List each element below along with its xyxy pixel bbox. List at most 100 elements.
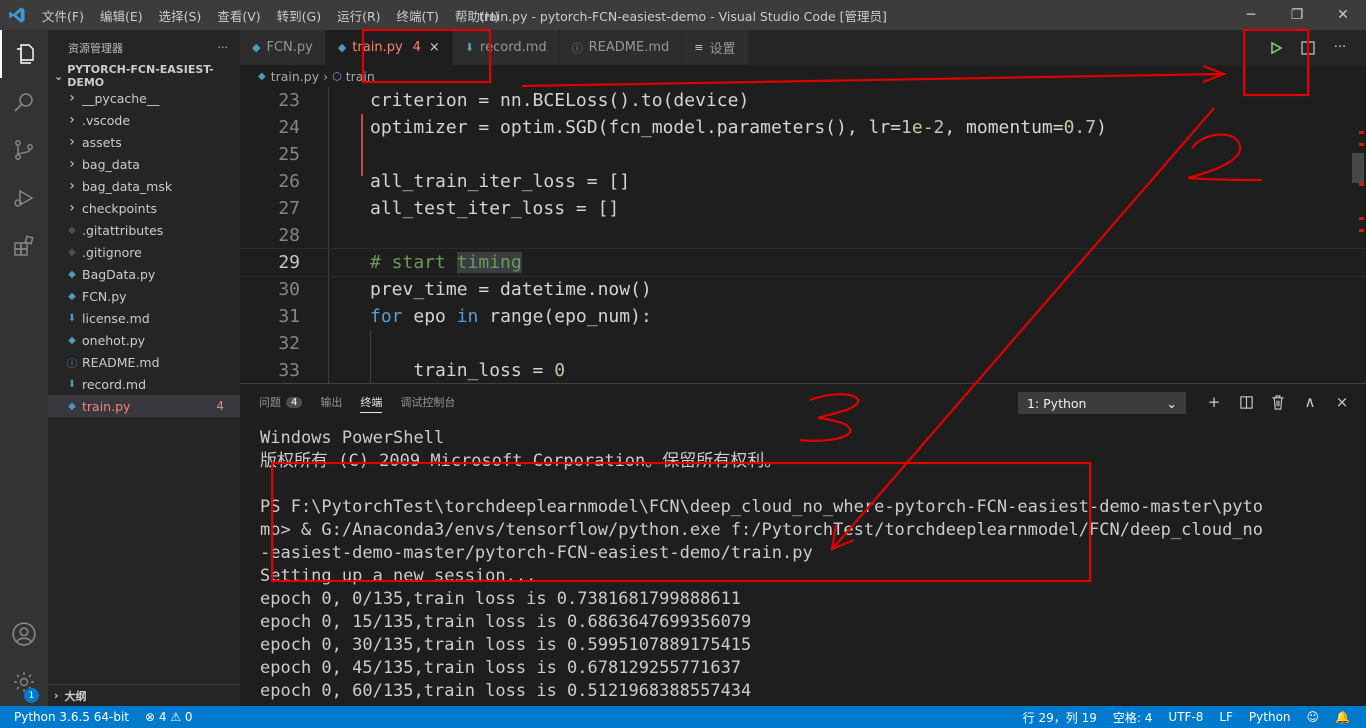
search-icon[interactable] <box>0 78 48 126</box>
manage-gear-icon[interactable]: 1 <box>0 658 48 706</box>
overview-mark <box>1359 183 1364 186</box>
python-interpreter[interactable]: Python 3.6.5 64-bit <box>14 710 129 724</box>
file-tree-item[interactable]: ⓘ README.md <box>48 351 240 373</box>
code-line[interactable]: 32 <box>240 330 1366 357</box>
maximize-panel-button[interactable]: ∧ <box>1294 384 1326 420</box>
file-tree-item[interactable]: ◆ .gitattributes <box>48 219 240 241</box>
new-terminal-button[interactable]: + <box>1198 384 1230 420</box>
panel-tab[interactable]: 调试控制台 <box>400 384 455 420</box>
menu-item[interactable]: 文件(F) <box>34 6 92 25</box>
close-panel-button[interactable]: × <box>1326 384 1358 420</box>
menu-item[interactable]: 帮助(H) <box>447 6 507 25</box>
end-of-line[interactable]: LF <box>1219 710 1233 724</box>
code-line[interactable]: 33 train_loss = 0 <box>240 357 1366 383</box>
editor-tab[interactable]: ⓘ README.md <box>559 30 683 65</box>
explorer-icon[interactable] <box>0 30 48 78</box>
run-debug-icon[interactable] <box>0 174 48 222</box>
accounts-icon[interactable] <box>0 610 48 658</box>
terminal-output[interactable]: Windows PowerShell 版权所有 (C) 2009 Microsof… <box>260 427 1360 703</box>
cursor-position[interactable]: 行 29，列 19 <box>1023 709 1097 726</box>
file-tree-item[interactable]: ◆ train.py 4 <box>48 395 240 417</box>
chevron-right-icon: › <box>69 134 75 150</box>
file-tree-item[interactable]: › assets <box>48 131 240 153</box>
close-window-button[interactable]: ✕ <box>1320 0 1366 30</box>
file-tree-item[interactable]: › .vscode <box>48 109 240 131</box>
menu-item[interactable]: 选择(S) <box>151 6 210 25</box>
encoding[interactable]: UTF-8 <box>1168 710 1203 724</box>
file-tree-label: train.py <box>82 398 131 414</box>
file-tree-item[interactable]: › checkpoints <box>48 197 240 219</box>
breadcrumb-symbol[interactable]: train <box>346 69 375 84</box>
editor-tab[interactable]: ≡ 设置 <box>682 30 749 65</box>
terminal-select[interactable]: 1: Python ⌄ <box>1018 392 1186 414</box>
code-line[interactable]: 31 for epo in range(epo_num): <box>240 303 1366 330</box>
menu-item[interactable]: 编辑(E) <box>92 6 151 25</box>
project-folder[interactable]: ⌄ PYTORCH-FCN-EASIEST-DEMO <box>48 63 240 89</box>
kill-terminal-button[interactable] <box>1262 384 1294 420</box>
problems-count[interactable]: ⊗ 4 ⚠ 0 <box>145 710 193 724</box>
language-mode[interactable]: Python <box>1249 710 1291 724</box>
panel-tab[interactable]: 问题 4 <box>259 384 303 420</box>
panel-tab[interactable]: 终端 <box>360 391 383 413</box>
file-tree-item[interactable]: ◆ onehot.py <box>48 329 240 351</box>
outline-section[interactable]: › 大纲 <box>48 684 240 706</box>
code-line[interactable]: 26 all_train_iter_loss = [] <box>240 168 1366 195</box>
file-tree-label: FCN.py <box>82 288 127 304</box>
split-terminal-button[interactable] <box>1230 384 1262 420</box>
menu-item[interactable]: 运行(R) <box>329 6 388 25</box>
minimize-button[interactable]: ─ <box>1228 0 1274 30</box>
file-tree-item[interactable]: › __pycache__ <box>48 87 240 109</box>
menu-item[interactable]: 终端(T) <box>389 6 447 25</box>
activity-bar: 1 <box>0 30 48 706</box>
scrollbar-thumb[interactable] <box>1352 153 1364 183</box>
chevron-down-icon: ⌄ <box>1166 395 1177 411</box>
file-tree-item[interactable]: ⬇ record.md <box>48 373 240 395</box>
file-tree-item[interactable]: ◆ BagData.py <box>48 263 240 285</box>
breadcrumb-file[interactable]: train.py <box>271 69 319 84</box>
menu-item[interactable]: 转到(G) <box>269 6 329 25</box>
python-file-icon: ◆ <box>252 41 261 54</box>
code-line[interactable]: 24 optimizer = optim.SGD(fcn_model.parame… <box>240 114 1366 141</box>
split-editor-button[interactable] <box>1292 30 1324 65</box>
chevron-right-icon: › <box>54 689 59 702</box>
code-line[interactable]: 29 # start timing <box>240 248 1366 277</box>
code-line[interactable]: 23 criterion = nn.BCELoss().to(device) <box>240 87 1366 114</box>
code-text: optimizer = optim.SGD(fcn_model.paramete… <box>370 117 1107 138</box>
extensions-icon[interactable] <box>0 222 48 270</box>
breadcrumb: ◆ train.py › ⬡ train <box>240 65 1366 87</box>
more-actions-button[interactable]: ··· <box>1324 30 1356 65</box>
file-tree-item[interactable]: › bag_data_msk <box>48 175 240 197</box>
editor-tab[interactable]: ◆ train.py 4 × <box>325 30 453 65</box>
notifications-bell-icon[interactable]: 🔔 <box>1335 710 1350 724</box>
panel-tab[interactable]: 输出 <box>320 384 342 420</box>
code-line[interactable]: 27 all_test_iter_loss = [] <box>240 195 1366 222</box>
menu-item[interactable]: 查看(V) <box>209 6 268 25</box>
code-line[interactable]: 28 <box>240 222 1366 249</box>
file-tree-label: checkpoints <box>82 200 157 216</box>
source-control-icon[interactable] <box>0 126 48 174</box>
code-editor[interactable]: 23 criterion = nn.BCELoss().to(device) 24 o… <box>240 87 1366 383</box>
method-icon: ⬡ <box>332 69 342 83</box>
terminal-line: 版权所有 (C) 2009 Microsoft Corporation。保留所有… <box>260 451 782 471</box>
terminal-line: -easiest-demo-master/pytorch-FCN-easiest… <box>260 543 813 563</box>
feedback-icon[interactable]: ☺ <box>1307 710 1320 724</box>
close-tab-icon[interactable]: × <box>429 40 440 55</box>
file-tree-label: .gitattributes <box>82 222 164 238</box>
file-tree-item[interactable]: ⬇ license.md <box>48 307 240 329</box>
editor-tab[interactable]: ◆ FCN.py <box>240 30 326 65</box>
chevron-right-icon: › <box>69 156 75 172</box>
editor-tab[interactable]: ⬇ record.md <box>452 30 560 65</box>
file-tree-item[interactable]: ◆ FCN.py <box>48 285 240 307</box>
run-python-file-button[interactable] <box>1260 30 1292 65</box>
git-file-icon: ◆ <box>68 224 76 236</box>
explorer-more-button[interactable]: ··· <box>218 41 229 54</box>
restore-button[interactable]: ❐ <box>1274 0 1320 30</box>
file-tree-item[interactable]: › bag_data <box>48 153 240 175</box>
file-tree-item[interactable]: ◆ .gitignore <box>48 241 240 263</box>
line-number: 28 <box>278 225 300 246</box>
code-line[interactable]: 30 prev_time = datetime.now() <box>240 276 1366 303</box>
code-line[interactable]: 25 <box>240 141 1366 168</box>
editor-scrollbar[interactable] <box>1352 87 1364 383</box>
indentation[interactable]: 空格: 4 <box>1113 709 1153 726</box>
info-file-icon: ⓘ <box>67 358 77 370</box>
